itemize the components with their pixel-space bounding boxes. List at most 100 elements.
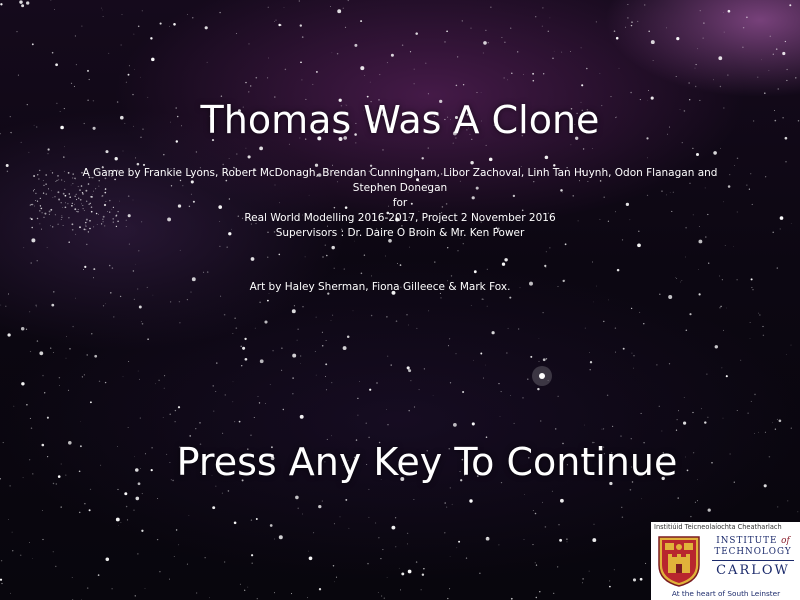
- star: [7, 519, 9, 521]
- star: [212, 385, 214, 387]
- star: [60, 506, 62, 508]
- star: [253, 416, 255, 419]
- star: [549, 247, 551, 249]
- star: [375, 522, 377, 524]
- title-screen[interactable]: Thomas Was A Clone A Game by Frankie Lyo…: [0, 0, 800, 600]
- star: [395, 546, 397, 548]
- logo-tagline: At the heart of South Leinster: [671, 589, 781, 598]
- star: [111, 267, 114, 269]
- star: [695, 64, 697, 66]
- star: [65, 357, 67, 359]
- star: [178, 544, 180, 546]
- star: [518, 328, 520, 330]
- press-any-key-prompt[interactable]: Press Any Key To Continue: [0, 440, 800, 484]
- credits-for: for: [392, 197, 408, 209]
- star: [55, 63, 58, 67]
- star: [545, 251, 547, 253]
- star: [128, 243, 130, 245]
- star: [480, 352, 483, 355]
- star: [315, 316, 317, 318]
- star: [421, 573, 425, 576]
- star: [360, 66, 365, 71]
- star: [723, 329, 724, 331]
- star: [53, 8, 55, 10]
- star: [11, 531, 13, 533]
- star: [615, 351, 616, 353]
- star: [21, 4, 25, 8]
- star: [234, 421, 236, 423]
- star: [364, 74, 366, 76]
- star: [461, 20, 463, 22]
- star: [221, 492, 223, 494]
- star: [331, 245, 335, 250]
- star: [164, 375, 166, 377]
- star: [275, 19, 277, 21]
- star: [376, 382, 378, 384]
- star: [490, 6, 492, 8]
- star: [401, 572, 405, 576]
- star: [570, 144, 572, 146]
- star: [212, 506, 216, 510]
- star: [764, 92, 766, 94]
- star: [48, 213, 51, 216]
- star: [250, 257, 255, 261]
- star: [613, 569, 615, 571]
- star: [304, 256, 306, 258]
- star: [173, 555, 175, 558]
- star: [648, 90, 649, 91]
- star: [413, 83, 415, 85]
- star: [427, 147, 429, 149]
- star: [98, 380, 101, 383]
- star: [779, 228, 781, 230]
- star: [333, 581, 335, 583]
- star: [723, 12, 724, 13]
- star: [331, 382, 333, 384]
- institute-logo: Institiúid Teicneolaíochta Cheatharlach …: [651, 522, 800, 600]
- star: [39, 197, 41, 199]
- star: [544, 264, 547, 268]
- star: [115, 517, 120, 522]
- star: [629, 489, 632, 491]
- star: [498, 382, 500, 385]
- star: [42, 179, 44, 181]
- star: [203, 271, 205, 273]
- star: [409, 246, 411, 248]
- star: [511, 72, 513, 75]
- star: [267, 6, 269, 8]
- star: [357, 414, 359, 416]
- star: [342, 7, 344, 9]
- logo-carlow: CARLOW: [716, 563, 790, 578]
- star: [390, 364, 392, 366]
- star: [111, 588, 113, 590]
- star: [348, 527, 350, 529]
- star: [29, 350, 32, 353]
- star: [726, 307, 728, 309]
- star: [314, 350, 316, 352]
- star: [250, 85, 252, 87]
- star: [30, 218, 33, 221]
- star: [26, 404, 28, 406]
- star: [748, 188, 751, 190]
- star: [462, 390, 465, 394]
- star: [462, 243, 464, 245]
- star: [117, 488, 119, 491]
- star: [538, 360, 540, 363]
- star: [776, 418, 778, 420]
- star: [274, 592, 276, 594]
- star: [507, 327, 509, 330]
- star: [0, 560, 3, 562]
- star: [471, 422, 475, 426]
- star: [589, 368, 591, 371]
- star: [724, 245, 726, 247]
- star: [676, 277, 678, 279]
- star: [29, 417, 31, 419]
- star: [300, 363, 301, 364]
- star: [39, 210, 41, 212]
- star: [553, 592, 555, 594]
- star: [566, 538, 568, 540]
- star: [690, 515, 692, 518]
- star: [733, 246, 734, 248]
- star: [384, 255, 387, 257]
- star: [615, 36, 619, 40]
- star: [135, 263, 136, 265]
